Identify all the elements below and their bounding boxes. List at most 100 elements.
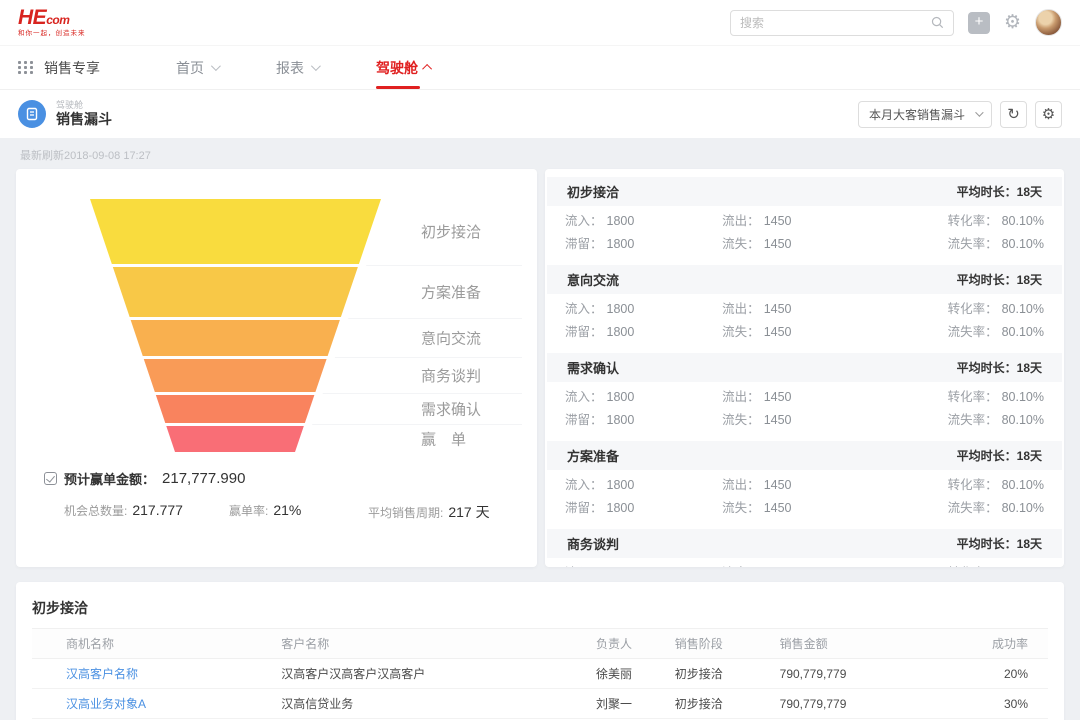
search-icon <box>931 16 944 29</box>
page-title: 销售漏斗 <box>56 111 112 128</box>
stage-header: 初步接洽 平均时长：18天 <box>547 177 1062 206</box>
stage-name: 初步接洽 <box>567 182 619 201</box>
opportunity-link[interactable]: 汉高客户名称 <box>32 659 281 689</box>
stage-section-3: 方案准备平均时长：18天流入：1800流出：1450转化率：80.10%滞留：1… <box>545 441 1064 526</box>
table-col-0: 商机名称 <box>32 629 281 659</box>
nav-items: 首页 报表 驾驶舱 <box>176 46 432 89</box>
stage-name: 意向交流 <box>567 270 619 289</box>
table-col-3: 销售阶段 <box>675 629 780 659</box>
stage-metrics-grid: 流入：1800流出：1450转化率：80.10%滞留：1800流失：1450流失… <box>545 470 1064 526</box>
stage-metric: 流失率：80.10% <box>872 233 1044 256</box>
funnel-segment-5[interactable] <box>166 426 304 452</box>
stage-metric: 转化率：80.10% <box>872 210 1044 233</box>
funnel-filter-select[interactable]: 本月大客销售漏斗 <box>858 101 992 128</box>
stage-metric: 滞留：1800 <box>565 409 722 432</box>
stage-name: 方案准备 <box>567 446 619 465</box>
stage-header: 需求确认 平均时长：18天 <box>547 353 1062 382</box>
stage-metric: 流入：1800 <box>565 210 722 233</box>
stage-metric: 流失率：80.10% <box>872 321 1044 344</box>
funnel-stat-1: 赢单率:21% <box>229 502 301 519</box>
nav-item-label: 驾驶舱 <box>376 58 418 78</box>
funnel-segment-3[interactable] <box>144 359 327 392</box>
logo-tagline: 和你一起，创造未来 <box>18 31 86 38</box>
stage-metric: 转化率：80.10% <box>872 386 1044 409</box>
stage-metrics-grid: 流入：1800流出：1450转化率：80.10%滞留：1800流失：1450流失… <box>545 382 1064 438</box>
chevron-up-icon <box>422 64 432 74</box>
stage-section-1: 意向交流平均时长：18天流入：1800流出：1450转化率：80.10%滞留：1… <box>545 265 1064 350</box>
stage-metric: 流入：1800 <box>565 298 722 321</box>
stage-metric: 转化率：80.10% <box>872 474 1044 497</box>
table-cell: 汉高信贷业务 <box>281 689 596 719</box>
table-col-5: 成功率 <box>926 629 1048 659</box>
table-col-4: 销售金额 <box>780 629 926 659</box>
funnel-stat-2: 平均销售周期:217 天 <box>368 502 490 522</box>
expected-amount-value: 217,777.990 <box>162 470 245 487</box>
table-cell: 汉高客户汉高客户汉高客户 <box>281 659 596 689</box>
nav-item-0[interactable]: 首页 <box>176 46 218 89</box>
stage-duration: 平均时长：18天 <box>957 535 1042 552</box>
funnel-stage-label-2: 意向交流 <box>421 330 481 348</box>
funnel-segment-1[interactable] <box>113 267 358 317</box>
nav-item-2[interactable]: 驾驶舱 <box>376 46 432 89</box>
table-cell: 30% <box>926 689 1048 719</box>
expected-amount-row: 预计赢单金额： 217,777.990 <box>44 469 245 488</box>
table-row-1[interactable]: 汉高业务对象A汉高信贷业务刘聚一初步接洽790,779,77930% <box>32 689 1048 719</box>
funnel-stage-label-5: 赢 单 <box>421 432 466 449</box>
funnel-stage-label-4: 需求确认 <box>421 402 481 419</box>
funnel-stat-0: 机会总数量:217.777 <box>64 502 183 519</box>
stage-metric: 滞留：1800 <box>565 233 722 256</box>
stage-metric: 流出：1450 <box>722 562 872 567</box>
funnel-stage-label-3: 商务谈判 <box>421 368 481 385</box>
stage-metric: 流入：1800 <box>565 562 722 567</box>
stage-metric: 滞留：1800 <box>565 497 722 520</box>
chevron-down-icon <box>311 61 321 71</box>
settings-gear-icon[interactable]: ⚙ <box>1004 13 1021 32</box>
stage-metric: 转化率：80.10% <box>872 562 1044 567</box>
stage-metric: 流出：1450 <box>722 298 872 321</box>
stage-duration: 平均时长：18天 <box>957 447 1042 464</box>
stage-section-4: 商务谈判平均时长：18天流入：1800流出：1450转化率：80.10%滞留：1… <box>545 529 1064 567</box>
apps-grid-icon[interactable] <box>18 61 34 74</box>
dashboard-clipboard-icon <box>18 100 46 128</box>
chevron-down-icon <box>211 61 221 71</box>
stage-metric: 流入：1800 <box>565 386 722 409</box>
stage-metric: 流失：1450 <box>722 497 872 520</box>
checkbox-icon[interactable] <box>44 472 57 485</box>
funnel-segment-0[interactable] <box>90 199 381 264</box>
search-input[interactable] <box>740 16 931 30</box>
stage-metric: 流失：1450 <box>722 233 872 256</box>
nav-item-label: 首页 <box>176 58 204 78</box>
stage-metric: 流失率：80.10% <box>872 409 1044 432</box>
nav-item-label: 报表 <box>276 58 304 78</box>
opportunity-table: 商机名称客户名称负责人销售阶段销售金额成功率 汉高客户名称汉高客户汉高客户汉高客… <box>32 628 1048 719</box>
table-section-title: 初步接洽 <box>16 582 1064 628</box>
filter-value: 本月大客销售漏斗 <box>869 106 965 123</box>
stage-duration: 平均时长：18天 <box>957 271 1042 288</box>
stage-duration: 平均时长：18天 <box>957 359 1042 376</box>
expected-amount-label: 预计赢单金额： <box>64 469 155 488</box>
table-row-0[interactable]: 汉高客户名称汉高客户汉高客户汉高客户徐美丽初步接洽790,779,77920% <box>32 659 1048 689</box>
table-cell: 790,779,779 <box>780 689 926 719</box>
funnel-segment-2[interactable] <box>131 320 340 356</box>
card-settings-button[interactable]: ⚙ <box>1035 101 1062 128</box>
stage-header: 商务谈判平均时长：18天 <box>547 529 1062 558</box>
nav-item-1[interactable]: 报表 <box>276 46 318 89</box>
hecom-logo: HEcom 和你一起，创造未来 <box>18 7 86 38</box>
search-box[interactable] <box>730 10 954 36</box>
refresh-button[interactable]: ↻ <box>1000 101 1027 128</box>
user-avatar[interactable] <box>1035 9 1062 36</box>
table-header-row: 商机名称客户名称负责人销售阶段销售金额成功率 <box>32 629 1048 659</box>
title-bar: 驾驶舱 销售漏斗 本月大客销售漏斗 ↻ ⚙ <box>0 90 1080 138</box>
table-cell: 初步接洽 <box>675 659 780 689</box>
stage-header: 方案准备 平均时长：18天 <box>547 441 1062 470</box>
chevron-down-icon <box>975 108 983 116</box>
stage-duration: 平均时长：18天 <box>957 183 1042 200</box>
opportunity-table-card: 初步接洽 商机名称客户名称负责人销售阶段销售金额成功率 汉高客户名称汉高客户汉高… <box>16 582 1064 720</box>
add-button[interactable]: + <box>968 12 990 34</box>
table-cell: 徐美丽 <box>596 659 675 689</box>
funnel-segment-4[interactable] <box>156 395 315 423</box>
stage-header: 意向交流 平均时长：18天 <box>547 265 1062 294</box>
opportunity-link[interactable]: 汉高业务对象A <box>32 689 281 719</box>
stage-name: 需求确认 <box>567 358 619 377</box>
logo-text: HEcom <box>18 7 86 28</box>
